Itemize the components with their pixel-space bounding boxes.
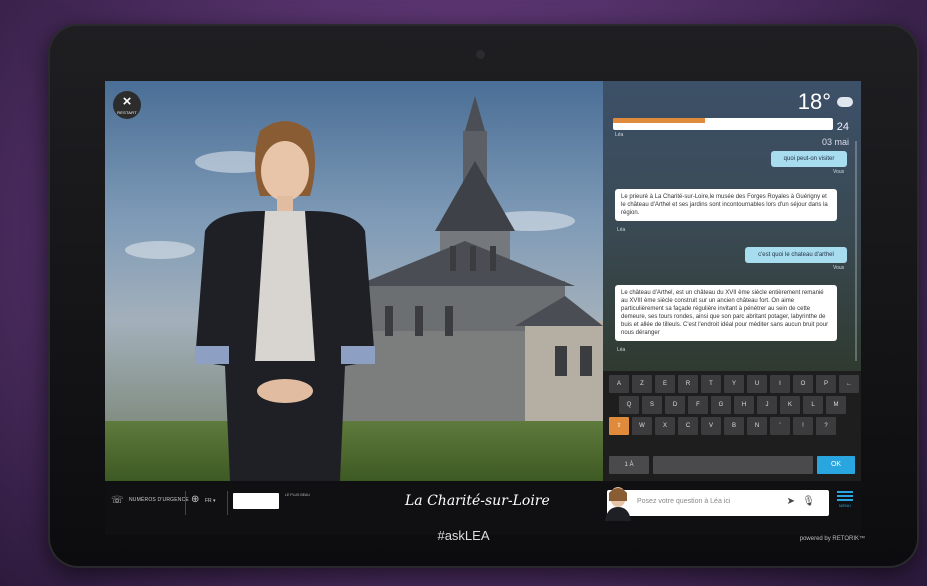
- key-letter[interactable]: N: [747, 417, 767, 435]
- key-letter[interactable]: O: [793, 375, 813, 393]
- key-letter[interactable]: R: [678, 375, 698, 393]
- key-letter[interactable]: G: [711, 396, 731, 414]
- user-message: quoi peut-on visiter: [771, 151, 847, 167]
- key-letter[interactable]: L: [803, 396, 823, 414]
- speaker-label: Léa: [615, 132, 624, 138]
- key-shift[interactable]: ⇧: [609, 417, 629, 435]
- key-letter[interactable]: B: [724, 417, 744, 435]
- key-letter[interactable]: T: [701, 375, 721, 393]
- hashtag: #askLEA: [437, 528, 490, 543]
- kiosk-screen: × RESTART 18° 24 03 mai Léa quoi peut-on…: [105, 81, 861, 535]
- date-month: 03 mai: [821, 137, 849, 147]
- key-letter[interactable]: W: [632, 417, 652, 435]
- close-icon: ×: [122, 93, 132, 110]
- key-letter[interactable]: M: [826, 396, 846, 414]
- menu-button[interactable]: MENU: [835, 489, 855, 508]
- divider: [185, 491, 186, 515]
- slogan: LE PLUS BEAU: [285, 493, 310, 497]
- key-ok[interactable]: OK: [817, 456, 855, 474]
- speaker-label: Léa: [617, 227, 626, 233]
- tablet-frame: × RESTART 18° 24 03 mai Léa quoi peut-on…: [48, 24, 919, 568]
- chat-panel: 18° 24 03 mai Léa quoi peut-on visiter V…: [603, 81, 861, 371]
- cloud-icon: [837, 97, 853, 107]
- restart-label: RESTART: [117, 110, 137, 115]
- menu-icon-bar: [837, 495, 853, 497]
- menu-icon-bar: [837, 499, 853, 501]
- lea-message: Le prieuré à La Charité-sur-Loire,le mus…: [615, 189, 837, 221]
- key-letter[interactable]: X: [655, 417, 675, 435]
- lea-avatar: [195, 121, 375, 481]
- key-letter[interactable]: Q: [619, 396, 639, 414]
- menu-label: MENU: [839, 503, 851, 508]
- key-letter[interactable]: D: [665, 396, 685, 414]
- emergency-numbers-link[interactable]: NUMÉROS D'URGENCE: [129, 497, 189, 503]
- key-letter[interactable]: P: [816, 375, 836, 393]
- key-letter[interactable]: J: [757, 396, 777, 414]
- key-letter[interactable]: H: [734, 396, 754, 414]
- key-letter[interactable]: Z: [632, 375, 652, 393]
- globe-icon: ⊕: [191, 494, 200, 505]
- key-letter[interactable]: ?: [816, 417, 836, 435]
- town-title: La Charité-sur-Loire: [405, 493, 550, 509]
- microphone-icon[interactable]: 🎙: [802, 496, 815, 507]
- date-day: 24: [836, 121, 849, 133]
- camera-dot: [476, 50, 485, 59]
- key-letter[interactable]: A: [609, 375, 629, 393]
- key-backspace[interactable]: ←: [839, 375, 859, 393]
- key-letter[interactable]: E: [655, 375, 675, 393]
- virtual-keyboard: 1 À OK A Z E R T Y U I O P ← Q S D F G H J K L M ⇧ W X C V B N '!?: [603, 371, 861, 481]
- send-icon[interactable]: ➤: [787, 496, 795, 507]
- speaker-label: Vous: [833, 265, 845, 271]
- key-space[interactable]: [653, 456, 813, 474]
- phone-icon: ☏: [111, 495, 124, 506]
- lea-message-progress: [613, 118, 833, 130]
- powered-by: powered by RETORIK™: [799, 536, 865, 542]
- key-letter[interactable]: !: [793, 417, 813, 435]
- lea-thumbnail: [605, 487, 631, 521]
- key-numbers[interactable]: 1 À: [609, 456, 649, 474]
- town-logo: [233, 493, 279, 509]
- lea-message: Le château d'Arthel, est un château du X…: [615, 285, 837, 341]
- speaker-label: Léa: [617, 347, 626, 353]
- key-letter[interactable]: F: [688, 396, 708, 414]
- restart-button[interactable]: × RESTART: [113, 91, 141, 119]
- language-selector[interactable]: FR ▾: [205, 498, 216, 504]
- key-letter[interactable]: ': [770, 417, 790, 435]
- menu-icon: [837, 491, 853, 493]
- question-input-container[interactable]: Posez votre question à Léa ici ➤ 🎙: [607, 490, 829, 516]
- temperature: 18°: [797, 89, 831, 114]
- question-input[interactable]: Posez votre question à Léa ici: [637, 498, 730, 505]
- key-letter[interactable]: C: [678, 417, 698, 435]
- key-letter[interactable]: I: [770, 375, 790, 393]
- key-letter[interactable]: K: [780, 396, 800, 414]
- key-letter[interactable]: U: [747, 375, 767, 393]
- chat-scrollbar[interactable]: [855, 141, 857, 361]
- key-letter[interactable]: Y: [724, 375, 744, 393]
- scene-background: [105, 81, 603, 481]
- speaker-label: Vous: [833, 169, 845, 175]
- bottom-bar: ☏ NUMÉROS D'URGENCE ⊕ FR ▾ LE PLUS BEAU …: [105, 481, 861, 535]
- user-message: c'est quoi le chateau d'arthel: [745, 247, 847, 263]
- key-letter[interactable]: S: [642, 396, 662, 414]
- divider: [227, 491, 228, 515]
- progress-fill: [613, 118, 706, 123]
- key-letter[interactable]: V: [701, 417, 721, 435]
